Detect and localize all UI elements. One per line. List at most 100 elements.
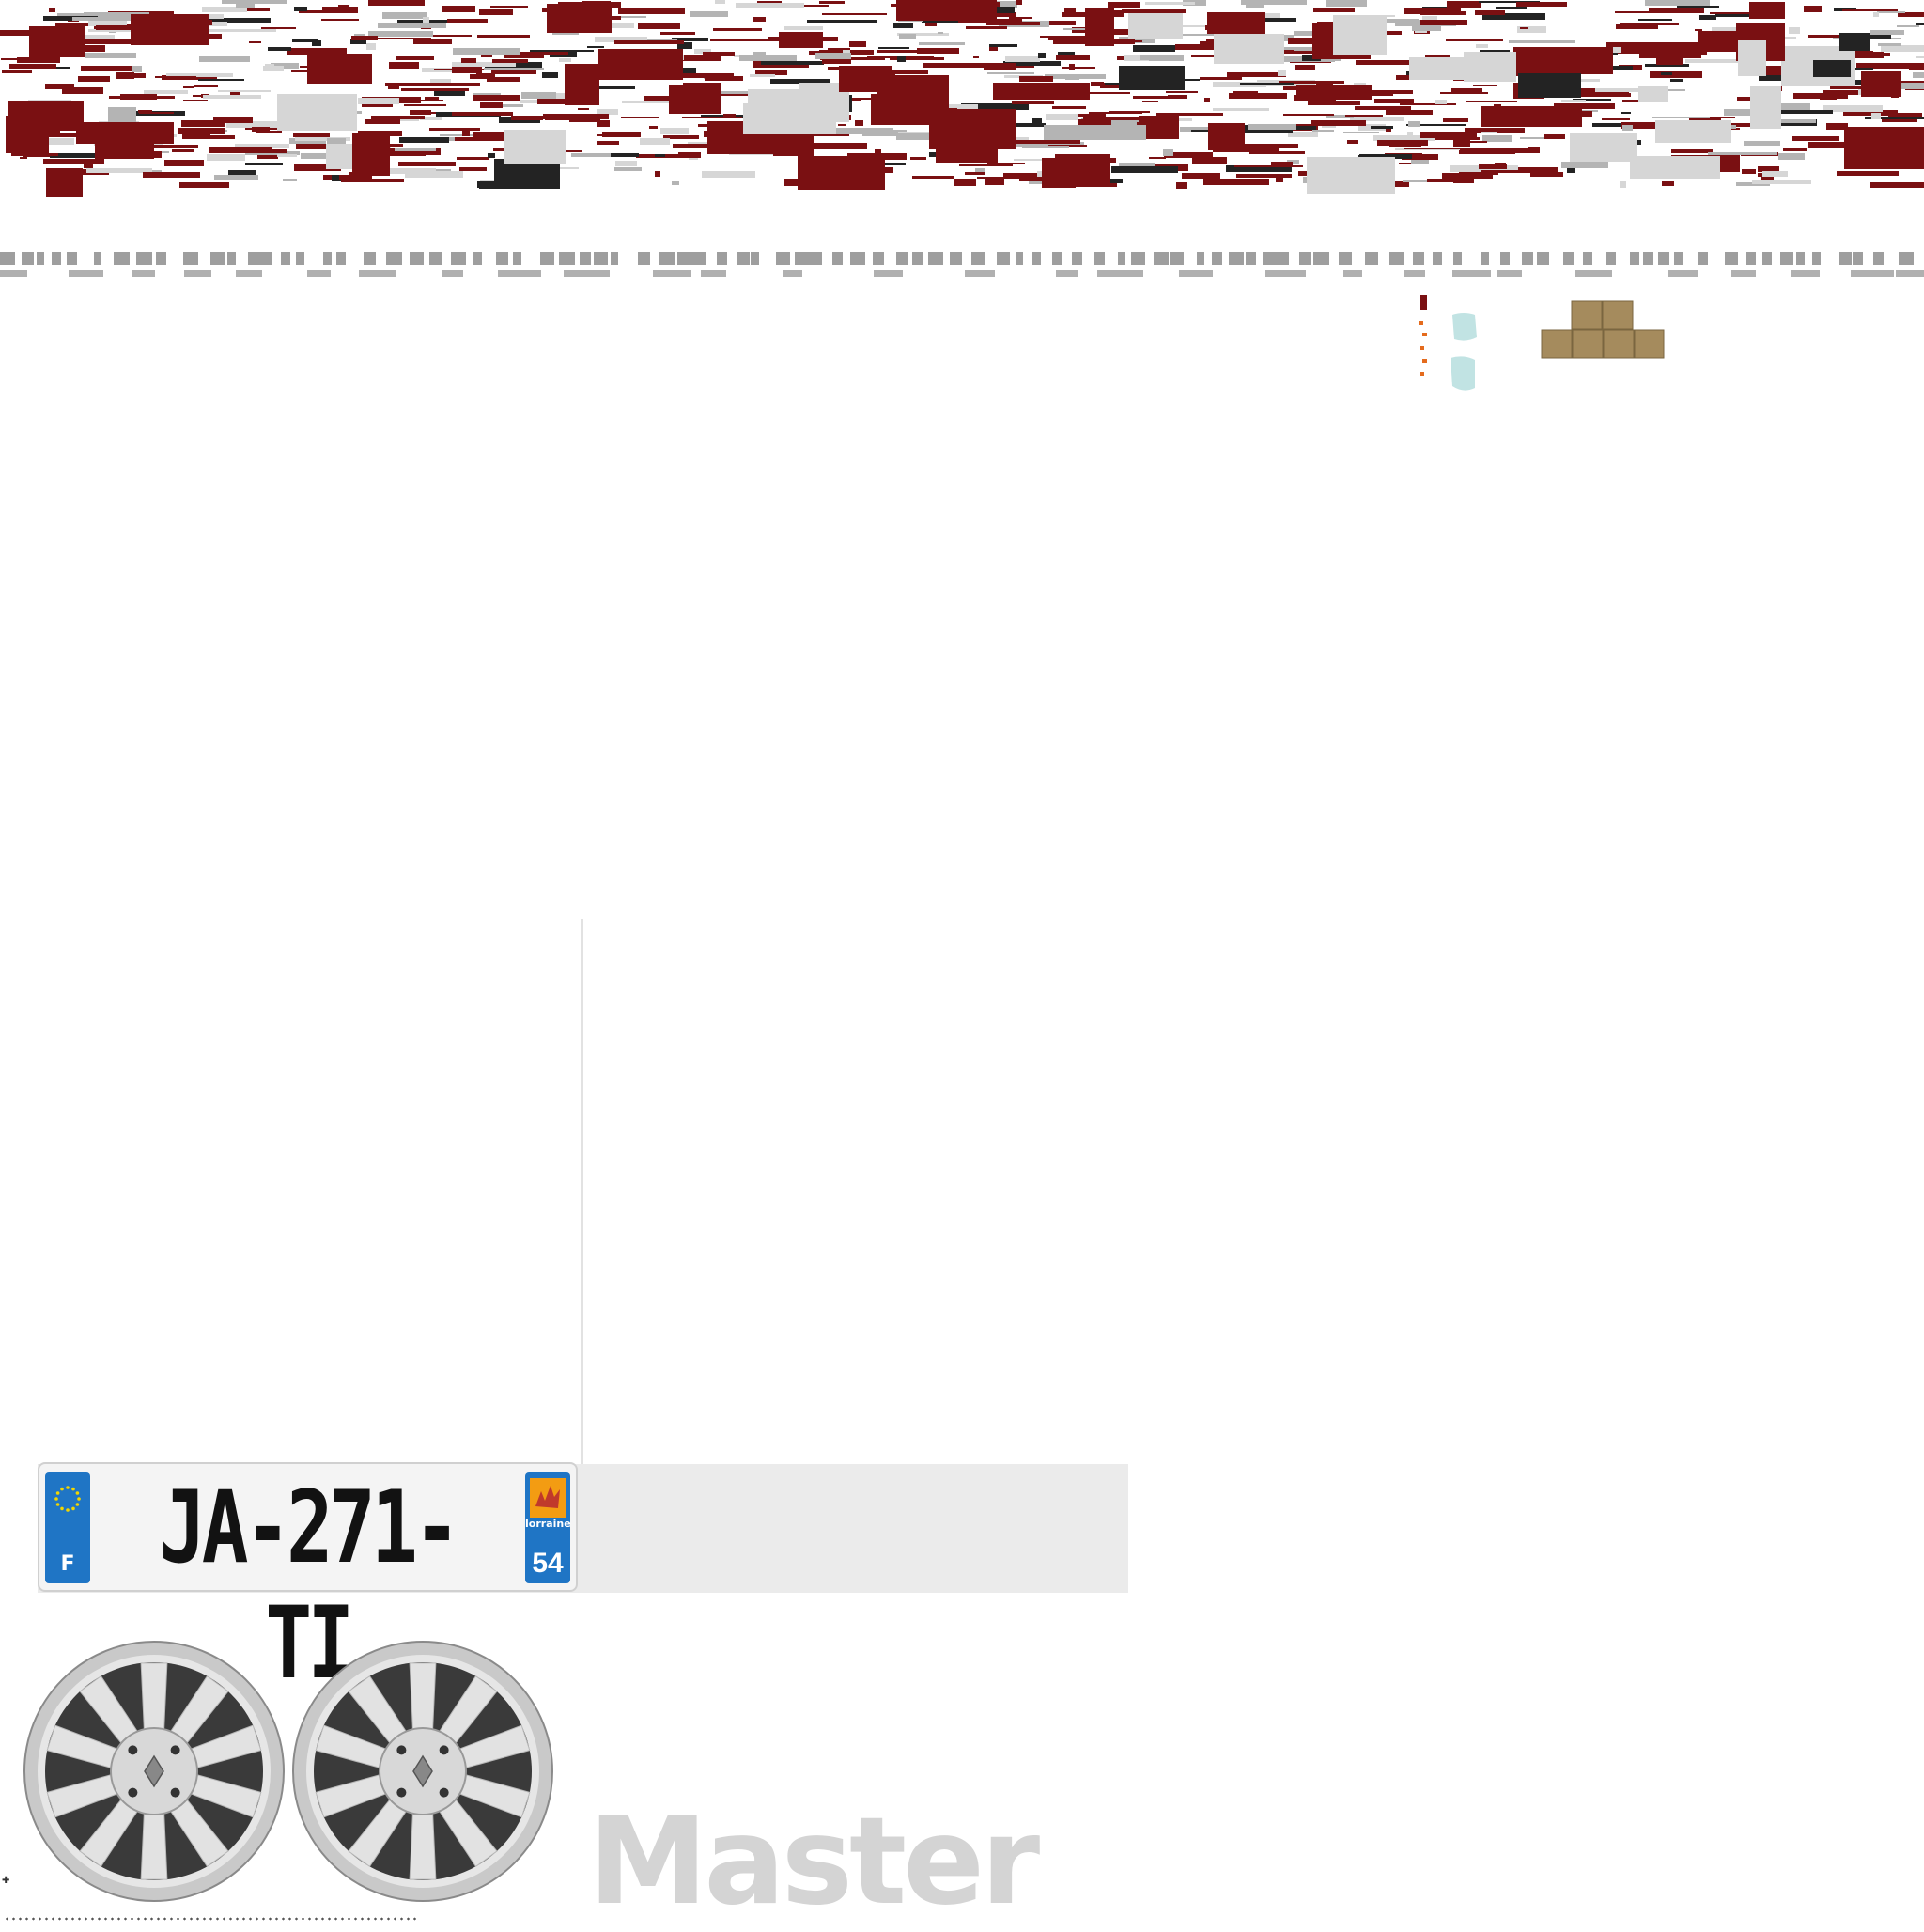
texture-fragment — [559, 252, 575, 265]
texture-fragment — [1561, 100, 1586, 102]
texture-fragment — [1404, 270, 1425, 277]
texture-fragment — [1888, 113, 1922, 117]
texture-fragment — [1698, 252, 1708, 265]
texture-fragment — [198, 79, 244, 81]
texture-fragment — [1878, 43, 1901, 46]
texture-fragment — [1140, 55, 1184, 60]
texture-fragment — [404, 104, 446, 106]
texture-fragment — [1176, 182, 1187, 189]
texture-fragment — [713, 28, 762, 31]
texture-fragment — [795, 252, 811, 265]
texture-fragment — [873, 252, 884, 265]
region-band: lorraine 54 — [525, 1472, 571, 1583]
texture-fragment — [1851, 270, 1894, 277]
texture-fragment — [776, 252, 790, 265]
texture-fragment — [655, 171, 660, 177]
texture-fragment — [227, 252, 236, 265]
texture-fragment — [29, 26, 85, 57]
department-number: 54 — [532, 1548, 564, 1579]
texture-fragment — [209, 147, 272, 153]
texture-fragment — [1408, 121, 1420, 127]
texture-fragment — [203, 95, 261, 99]
texture-fragment — [1343, 270, 1362, 277]
texture-fragment — [2, 70, 32, 73]
texture-fragment — [779, 32, 823, 48]
texture-atlas-strip — [0, 0, 1924, 277]
texture-fragment — [1056, 270, 1078, 277]
orange-clips-icon — [1419, 295, 1427, 376]
texture-fragment — [1065, 74, 1079, 80]
texture-fragment — [1094, 252, 1105, 265]
texture-fragment — [307, 54, 372, 84]
texture-fragment — [496, 252, 508, 265]
texture-fragment — [543, 114, 609, 119]
texture-fragment — [1750, 86, 1781, 129]
texture-fragment — [199, 56, 250, 62]
texture-fragment — [1652, 117, 1710, 118]
texture-fragment — [1052, 106, 1086, 109]
texture-fragment — [1762, 252, 1772, 265]
texture-fragment — [1451, 88, 1482, 92]
texture-fragment — [896, 252, 908, 265]
texture-fragment — [366, 43, 376, 50]
texture-fragment — [690, 11, 728, 17]
texture-fragment — [1870, 30, 1904, 35]
texture-fragment — [1606, 252, 1616, 265]
texture-fragment — [257, 155, 278, 159]
texture-fragment — [452, 112, 513, 116]
texture-fragment — [761, 61, 824, 65]
texture-fragment — [1386, 110, 1433, 115]
texture-fragment — [1522, 252, 1533, 265]
texture-fragment — [748, 89, 824, 132]
texture-fragment — [1475, 10, 1505, 15]
texture-fragment — [602, 132, 641, 137]
texture-fragment — [1248, 124, 1296, 130]
texture-fragment — [1339, 252, 1352, 265]
texture-fragment — [1433, 252, 1442, 265]
texture-fragment — [1386, 129, 1391, 132]
texture-fragment — [691, 252, 706, 265]
texture-fragment — [1179, 270, 1213, 277]
texture-fragment — [1307, 157, 1395, 194]
texture-fragment — [1111, 166, 1178, 173]
texture-fragment — [293, 133, 330, 137]
texture-fragment — [1897, 25, 1919, 27]
texture-fragment — [611, 153, 639, 157]
texture-fragment — [587, 46, 604, 48]
texture-fragment — [878, 47, 909, 49]
texture-fragment — [85, 45, 105, 52]
texture-fragment — [1085, 8, 1114, 46]
texture-fragment — [20, 157, 27, 159]
texture-fragment — [46, 168, 83, 197]
texture-fragment — [705, 76, 743, 81]
texture-fragment — [1089, 112, 1142, 114]
texture-fragment — [410, 252, 424, 265]
texture-fragment — [1738, 40, 1766, 76]
texture-fragment — [156, 252, 166, 265]
texture-fragment — [1010, 140, 1080, 144]
divider-line — [581, 919, 583, 1466]
texture-fragment — [1295, 65, 1315, 70]
texture-fragment — [228, 170, 256, 175]
texture-fragment — [1355, 106, 1411, 110]
texture-fragment — [1192, 157, 1227, 164]
texture-fragment — [1134, 40, 1142, 42]
texture-fragment — [989, 44, 1017, 47]
texture-fragment — [715, 0, 725, 4]
texture-fragment — [1311, 120, 1366, 126]
texture-fragment — [307, 270, 331, 277]
texture-fragment — [1377, 140, 1428, 146]
wheel-rim-2 — [292, 1641, 553, 1902]
texture-fragment — [954, 179, 976, 186]
texture-fragment — [1038, 53, 1046, 58]
texture-fragment — [822, 60, 851, 64]
texture-fragment — [413, 39, 452, 44]
texture-fragment — [1812, 252, 1821, 265]
texture-fragment — [1481, 170, 1542, 173]
texture-fragment — [811, 143, 867, 149]
texture-fragment — [832, 252, 843, 265]
brand-logo: Master — [588, 1792, 1040, 1932]
texture-fragment — [822, 13, 887, 15]
texture-fragment — [0, 252, 15, 265]
texture-fragment — [1630, 252, 1639, 265]
